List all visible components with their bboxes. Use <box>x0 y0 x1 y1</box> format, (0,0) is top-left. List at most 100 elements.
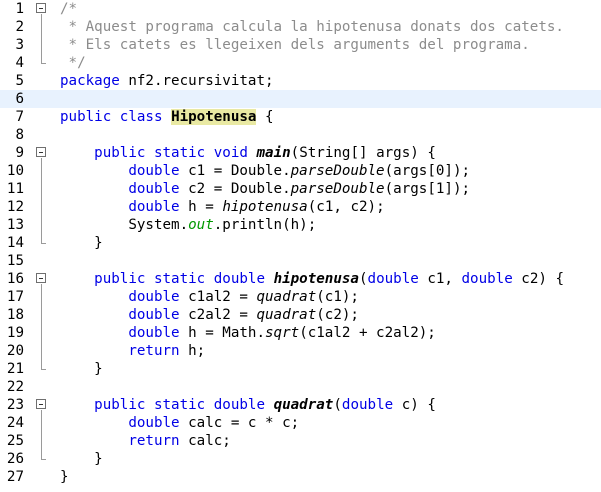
code-text: } <box>60 360 103 378</box>
code-line[interactable]: 26 } <box>0 450 601 468</box>
code-text: public class Hipotenusa { <box>60 108 274 126</box>
code-text: double h = Math.sqrt(c1al2 + c2al2); <box>60 324 436 342</box>
code-text: package nf2.recursivitat; <box>60 72 274 90</box>
code-token: c) { <box>393 397 436 413</box>
code-token: * Els catets es llegeixen dels arguments… <box>60 37 530 53</box>
code-token: (c1, c2); <box>307 199 385 215</box>
code-line[interactable]: 4 */ <box>0 54 601 72</box>
code-token: (c2); <box>316 307 359 323</box>
line-number: 3 <box>15 37 24 53</box>
line-number: 24 <box>6 415 24 431</box>
code-text: */ <box>60 54 86 72</box>
code-token: hipotenusa <box>273 271 359 287</box>
code-line[interactable]: 12 double h = hipotenusa(c1, c2); <box>0 198 601 216</box>
code-text: System.out.println(h); <box>60 216 316 234</box>
code-line[interactable]: 1 /* <box>0 0 601 18</box>
code-line[interactable]: 22 <box>0 378 601 396</box>
line-number: 22 <box>6 379 24 395</box>
line-number: 5 <box>15 73 24 89</box>
code-token[interactable]: Hipotenusa <box>171 109 257 125</box>
code-token: return <box>128 433 180 449</box>
code-line[interactable]: 6 <box>0 90 601 108</box>
code-line[interactable]: 5 package nf2.recursivitat; <box>0 72 601 90</box>
line-number: 17 <box>6 289 24 305</box>
code-text: public static double hipotenusa(double c… <box>60 270 564 288</box>
code-token: double <box>128 415 180 431</box>
code-line[interactable]: 23 public static double quadrat(double c… <box>0 396 601 414</box>
code-token: double <box>128 325 180 341</box>
code-token: c1, <box>418 271 462 287</box>
code-line[interactable]: 16 public static double hipotenusa(doubl… <box>0 270 601 288</box>
code-line[interactable]: 25 return calc; <box>0 432 601 450</box>
code-line[interactable]: 11 double c2 = Double.parseDouble(args[1… <box>0 180 601 198</box>
code-line[interactable]: 24 double calc = c * c; <box>0 414 601 432</box>
fold-collapse-icon[interactable] <box>36 147 46 157</box>
line-number: 4 <box>15 55 24 71</box>
code-token: package <box>60 73 120 89</box>
fold-guide <box>41 410 42 459</box>
code-token: (String[] args) { <box>290 145 436 161</box>
fold-collapse-icon[interactable] <box>36 399 46 409</box>
code-line[interactable]: 21 } <box>0 360 601 378</box>
code-token: out <box>188 217 214 233</box>
code-token: c2) { <box>512 271 564 287</box>
code-line[interactable]: 13 System.out.println(h); <box>0 216 601 234</box>
code-token: public <box>94 145 146 161</box>
fold-collapse-icon[interactable] <box>36 3 46 13</box>
code-line[interactable]: 3 * Els catets es llegeixen dels argumen… <box>0 36 601 54</box>
line-number: 15 <box>6 253 24 269</box>
code-token: * Aquest programa calcula la hipotenusa … <box>60 19 564 35</box>
line-number: 10 <box>6 163 24 179</box>
code-token: static <box>153 145 206 161</box>
line-number: 9 <box>15 145 24 161</box>
code-text: * Els catets es llegeixen dels arguments… <box>60 36 530 54</box>
code-token: parseDouble <box>290 181 385 197</box>
line-number: 16 <box>6 271 24 287</box>
code-line[interactable]: 27} <box>0 468 601 486</box>
code-line[interactable]: 20 return h; <box>0 342 601 360</box>
fold-guide-end <box>41 369 46 370</box>
line-number: 19 <box>6 325 24 341</box>
line-number: 18 <box>6 307 24 323</box>
fold-collapse-icon[interactable] <box>36 273 46 283</box>
line-number: 13 <box>6 217 24 233</box>
code-token: calc; <box>179 433 231 449</box>
code-line[interactable]: 7 public class Hipotenusa { <box>0 108 601 126</box>
code-line[interactable]: 9 public static void main(String[] args)… <box>0 144 601 162</box>
code-line[interactable]: 14 } <box>0 234 601 252</box>
fold-guide <box>41 14 42 63</box>
code-line[interactable]: 8 <box>0 126 601 144</box>
code-token: quadrat <box>273 397 334 413</box>
code-token: sqrt <box>265 325 300 341</box>
code-token: class <box>119 109 163 125</box>
code-token: (args[0]); <box>384 163 471 179</box>
code-token: public <box>94 397 146 413</box>
code-token: double <box>128 307 180 323</box>
code-token: quadrat <box>256 289 317 305</box>
code-text: public static void main(String[] args) { <box>60 144 436 162</box>
code-token: System. <box>60 217 189 233</box>
code-token: .println(h); <box>213 217 317 233</box>
code-editor[interactable]: 1/* 2 * Aquest programa calcula la hipote… <box>0 0 601 492</box>
code-token: /* <box>60 1 78 17</box>
code-token: void <box>213 145 248 161</box>
code-line[interactable]: 19 double h = Math.sqrt(c1al2 + c2al2); <box>0 324 601 342</box>
code-line[interactable]: 17 double c1al2 = quadrat(c1); <box>0 288 601 306</box>
code-line[interactable]: 15 <box>0 252 601 270</box>
code-token: main <box>256 145 291 161</box>
line-number: 14 <box>6 235 24 251</box>
code-token: parseDouble <box>290 163 385 179</box>
code-line[interactable]: 18 double c2al2 = quadrat(c2); <box>0 306 601 324</box>
line-number: 27 <box>6 469 24 485</box>
code-line[interactable]: 10 double c1 = Double.parseDouble(args[0… <box>0 162 601 180</box>
code-line[interactable]: 2 * Aquest programa calcula la hipotenus… <box>0 18 601 36</box>
